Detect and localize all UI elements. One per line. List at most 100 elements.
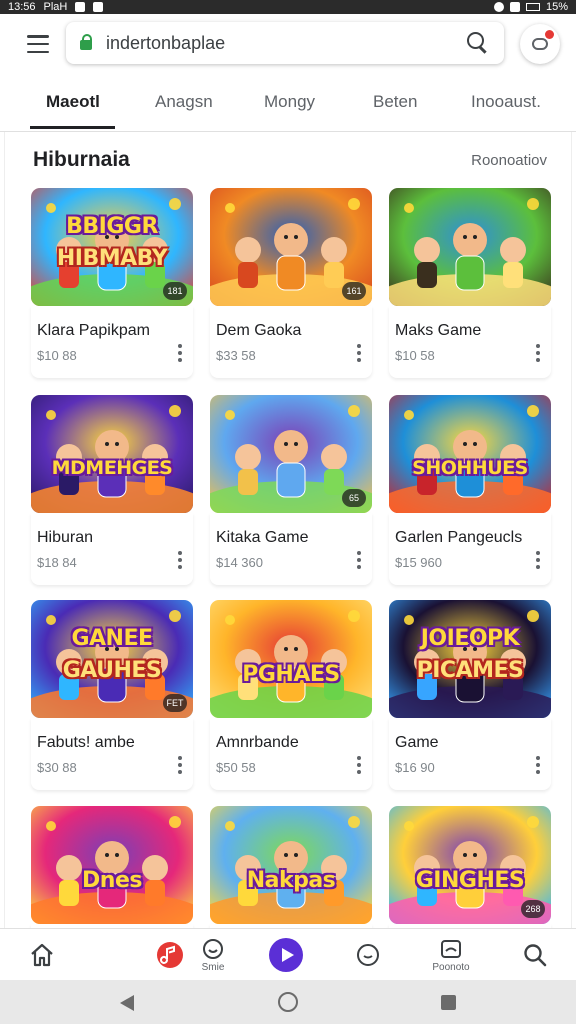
rating-badge: 161 xyxy=(342,282,366,300)
section-more-link[interactable]: Roonoatiov xyxy=(471,152,547,169)
game-price: $16 90 xyxy=(395,760,435,775)
game-card[interactable]: BBIGGR HIBMABY 181 Klara Papikpam $10 88 xyxy=(31,188,193,378)
app-icon xyxy=(93,2,104,12)
recent-apps-icon[interactable] xyxy=(441,995,456,1010)
thumbnail-title-art: GINGHES xyxy=(415,868,525,893)
game-title: Garlen Pangeucls xyxy=(395,529,523,546)
more-options-icon[interactable] xyxy=(535,344,541,362)
tab-beten[interactable]: Beten xyxy=(373,92,417,112)
game-thumbnail[interactable]: GINGHES 268 xyxy=(389,806,551,924)
game-card[interactable]: Dnes xyxy=(31,806,193,928)
status-carrier: PlaH xyxy=(43,1,68,13)
search-icon[interactable] xyxy=(466,31,490,55)
game-thumbnail[interactable]: 65 xyxy=(210,395,372,513)
more-options-icon[interactable] xyxy=(177,551,183,569)
rating-badge: 268 xyxy=(521,900,545,918)
game-card[interactable]: GINGHES 268 xyxy=(389,806,551,928)
game-price: $30 88 xyxy=(37,760,77,775)
system-navigation-bar xyxy=(0,980,576,1024)
category-tabs: Maeotl Anagsn Mongy Beten Inooaust. xyxy=(0,76,576,132)
game-title: Amnrbande xyxy=(216,734,299,751)
game-thumbnail[interactable]: Dnes xyxy=(31,806,193,924)
lock-icon xyxy=(80,34,92,50)
game-title: Game xyxy=(395,734,439,751)
more-options-icon[interactable] xyxy=(356,551,362,569)
more-options-icon[interactable] xyxy=(356,756,362,774)
active-tab-indicator xyxy=(30,126,115,129)
main-content: Hiburnaia Roonoatiov BBIGGR HIBMABY 181 Kla… xyxy=(4,132,572,928)
game-card[interactable]: PGHAES Amnrbande $50 58 xyxy=(210,600,372,790)
game-price: $18 84 xyxy=(37,555,77,570)
game-card[interactable]: 161 Dem Gaoka $33 58 xyxy=(210,188,372,378)
game-card[interactable]: 65 Kitaka Game $14 360 xyxy=(210,395,372,585)
game-price: $14 360 xyxy=(216,555,263,570)
nav-smile-label: Smie xyxy=(201,961,225,973)
nav-music[interactable] xyxy=(150,929,190,981)
game-thumbnail[interactable]: BBIGGR HIBMABY 181 xyxy=(31,188,193,306)
bottom-navigation: Smie Poonoto xyxy=(0,928,576,980)
game-card[interactable]: SHOHHUES Garlen Pangeucls $15 960 xyxy=(389,395,551,585)
signal-icon xyxy=(509,2,520,12)
smile-icon xyxy=(203,938,223,959)
game-thumbnail[interactable]: MDMEHGES xyxy=(31,395,193,513)
game-card[interactable]: MDMEHGES Hiburan $18 84 xyxy=(31,395,193,585)
address-bar[interactable]: indertonbaplae xyxy=(66,22,504,64)
thumbnail-title-art: Dnes xyxy=(82,868,142,893)
card-footer xyxy=(31,718,193,790)
rating-badge: 65 xyxy=(342,489,366,507)
profile-button[interactable] xyxy=(520,24,560,64)
tab-mongy[interactable]: Mongy xyxy=(264,92,315,112)
nav-chat[interactable] xyxy=(348,929,388,981)
game-thumbnail[interactable]: GANEE GAUHES FET xyxy=(31,600,193,718)
thumbnail-title-art: JOIEOPK xyxy=(420,626,520,651)
game-title: Klara Papikpam xyxy=(37,322,150,339)
thumbnail-title-art: GANEE xyxy=(71,626,153,651)
game-thumbnail[interactable]: Nakpas xyxy=(210,806,372,924)
game-thumbnail[interactable]: SHOHHUES xyxy=(389,395,551,513)
thumbnail-subtitle-art: PICAMES xyxy=(416,658,524,683)
tab-inooaust[interactable]: Inooaust. xyxy=(471,92,541,112)
more-options-icon[interactable] xyxy=(177,756,183,774)
card-footer xyxy=(31,513,193,585)
game-thumbnail[interactable] xyxy=(389,188,551,306)
more-options-icon[interactable] xyxy=(177,344,183,362)
card-footer xyxy=(210,306,372,378)
hamburger-menu-icon[interactable] xyxy=(24,32,52,56)
game-card[interactable]: GANEE GAUHES FET Fabuts! ambe $30 88 xyxy=(31,600,193,790)
thumbnail-title-art: SHOHHUES xyxy=(412,457,528,479)
nav-search[interactable] xyxy=(515,929,555,981)
more-options-icon[interactable] xyxy=(535,551,541,569)
game-price: $10 88 xyxy=(37,348,77,363)
more-options-icon[interactable] xyxy=(535,756,541,774)
play-icon xyxy=(269,938,303,972)
game-thumbnail[interactable]: JOIEOPK PICAMES xyxy=(389,600,551,718)
notification-dot xyxy=(545,30,554,39)
home-circle-icon[interactable] xyxy=(278,992,298,1012)
game-card[interactable]: Maks Game $10 58 xyxy=(389,188,551,378)
tab-anagsn[interactable]: Anagsn xyxy=(155,92,213,112)
card-footer xyxy=(389,306,551,378)
url-text[interactable]: indertonbaplae xyxy=(106,33,466,54)
game-card[interactable]: JOIEOPK PICAMES Game $16 90 xyxy=(389,600,551,790)
home-icon xyxy=(31,943,53,967)
thumbnail-subtitle-art: HIBMABY xyxy=(56,246,168,271)
game-title: Kitaka Game xyxy=(216,529,309,546)
browser-toolbar: indertonbaplae xyxy=(0,14,576,76)
thumbnail-title-art: MDMEHGES xyxy=(51,457,173,479)
back-icon[interactable] xyxy=(120,995,134,1011)
nav-home[interactable] xyxy=(22,929,62,981)
game-thumbnail[interactable]: 161 xyxy=(210,188,372,306)
more-options-icon[interactable] xyxy=(356,344,362,362)
music-icon xyxy=(157,942,183,968)
battery-level: 15% xyxy=(545,1,568,13)
tab-maeotl[interactable]: Maeotl xyxy=(46,92,100,112)
nav-play[interactable] xyxy=(266,929,306,981)
game-card[interactable]: Nakpas xyxy=(210,806,372,928)
nav-profile-card[interactable]: Poonoto xyxy=(426,929,476,981)
card-footer xyxy=(389,718,551,790)
game-price: $15 960 xyxy=(395,555,442,570)
notification-icon xyxy=(75,2,86,12)
nav-smile[interactable]: Smie xyxy=(193,929,233,981)
game-thumbnail[interactable]: PGHAES xyxy=(210,600,372,718)
card-footer xyxy=(389,513,551,585)
